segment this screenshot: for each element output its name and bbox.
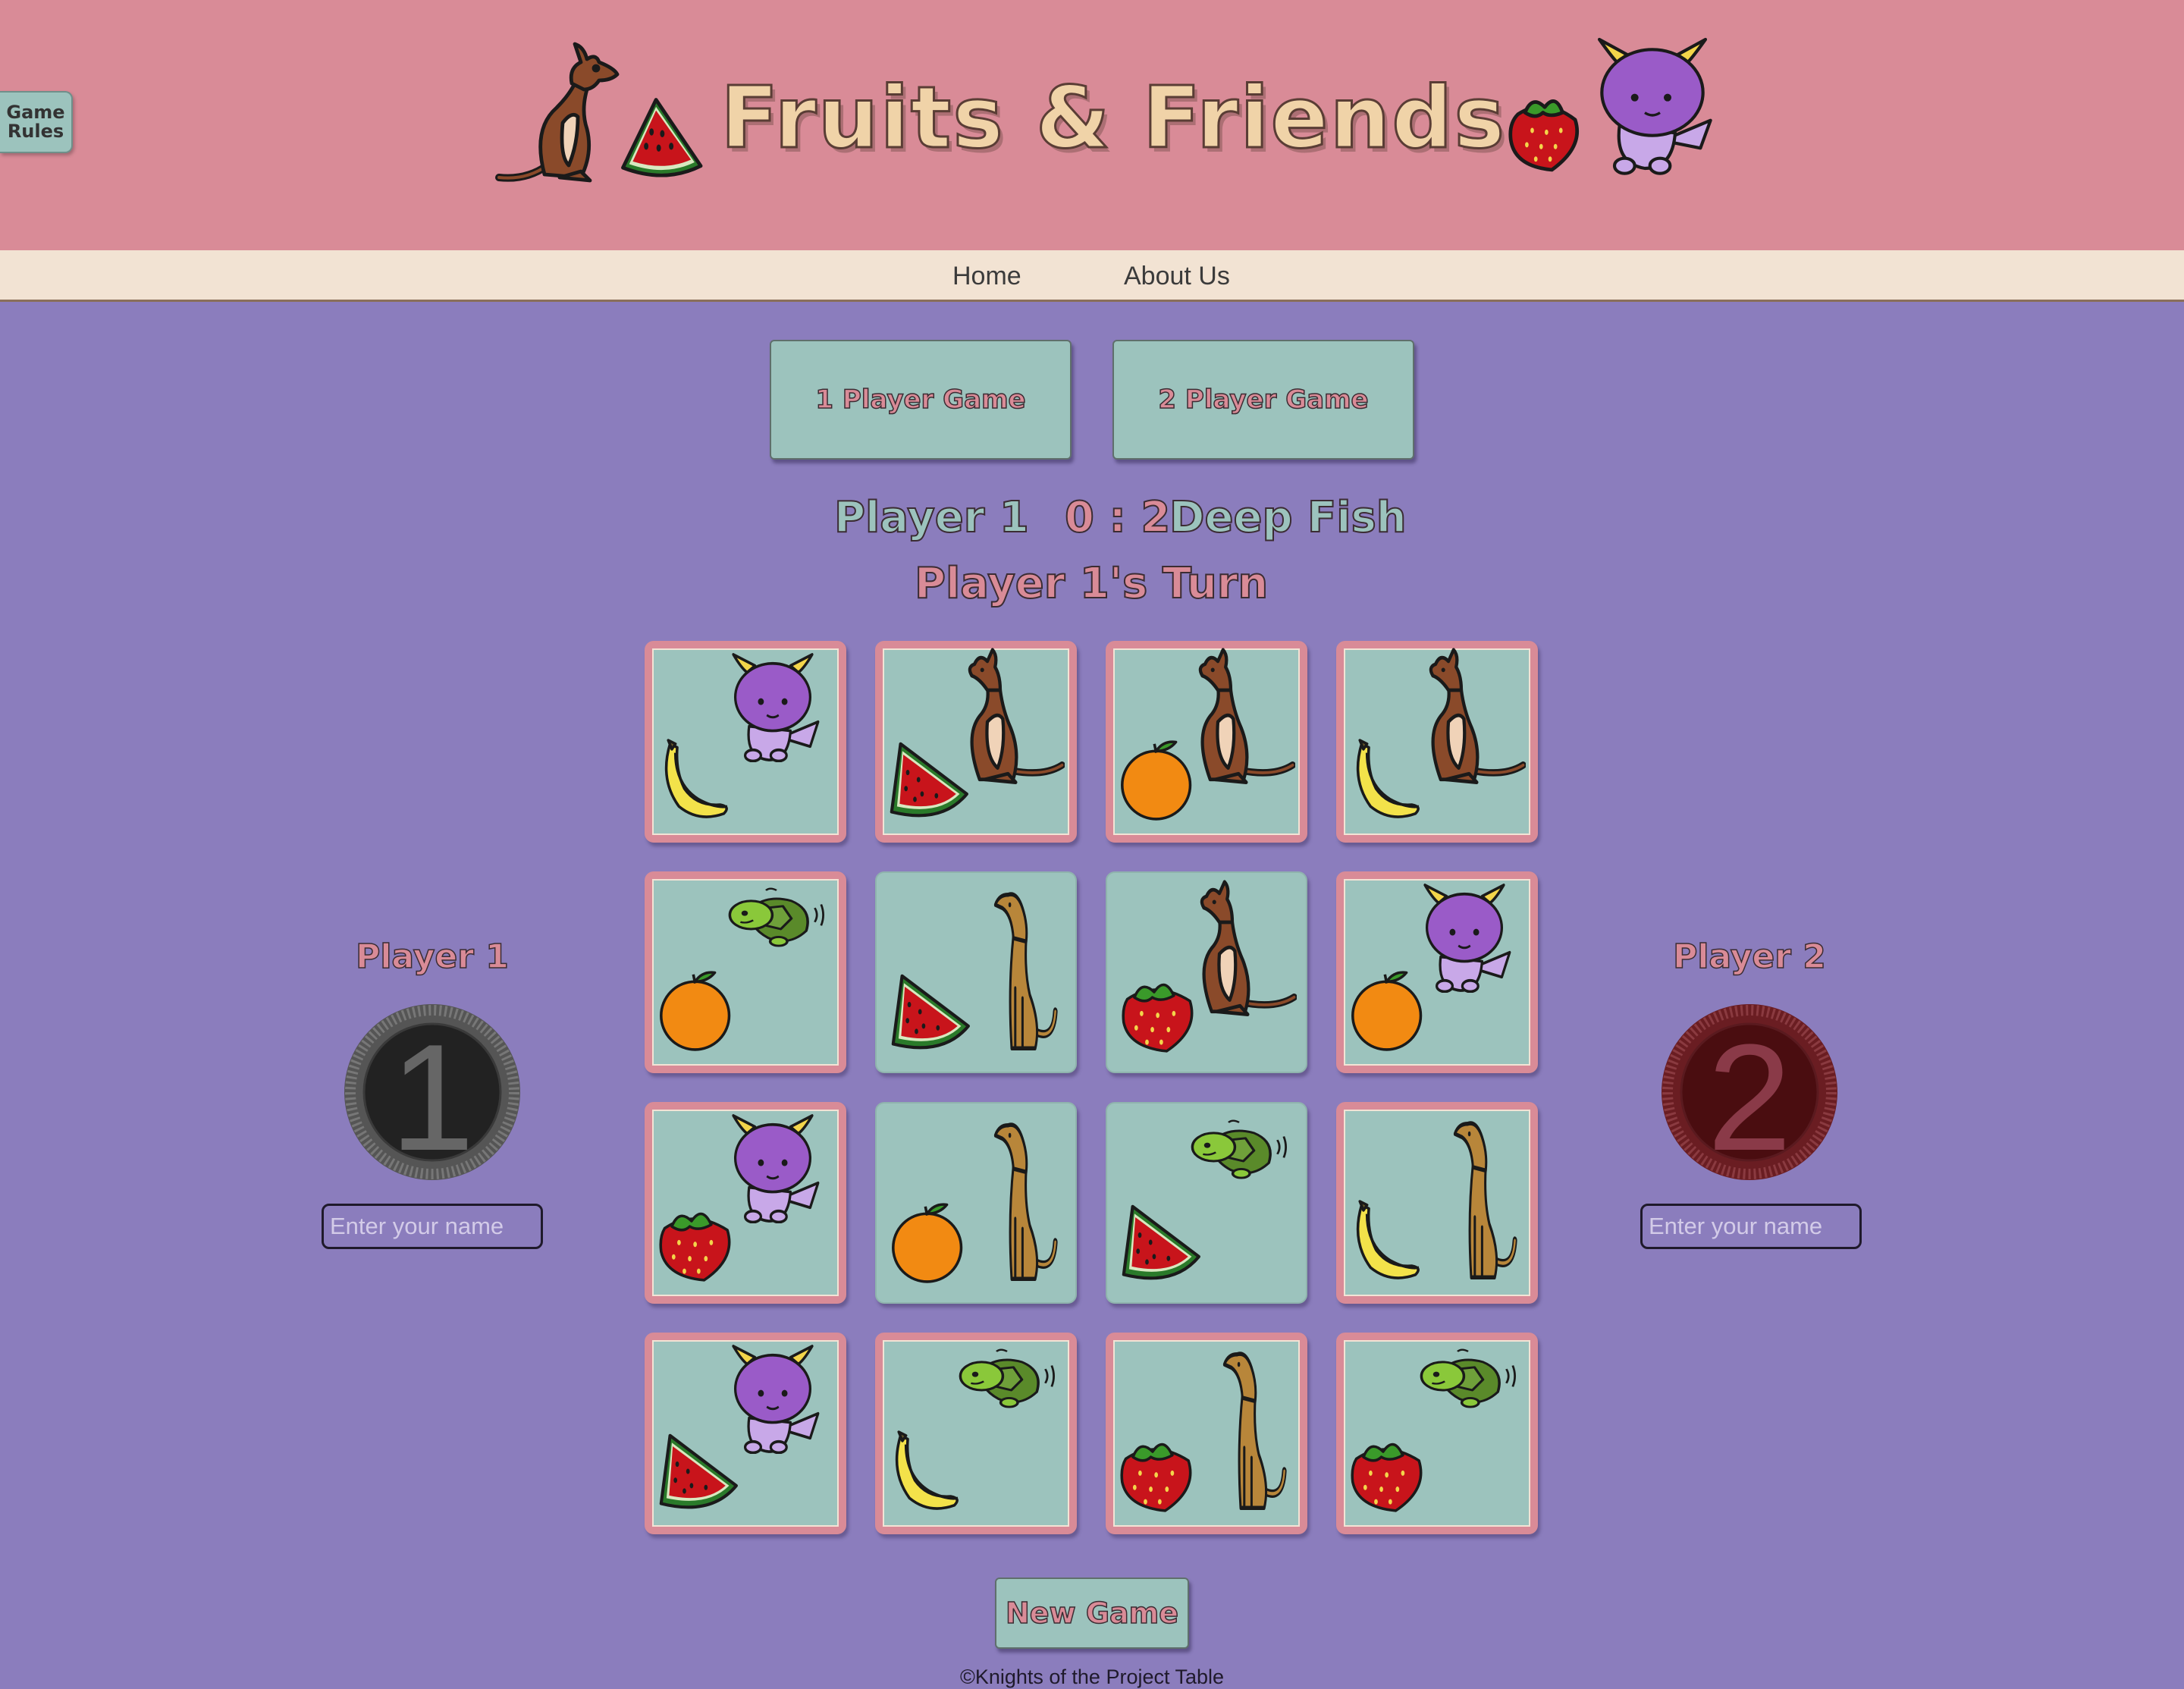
scoreboard-player2-name: Deep Fish xyxy=(1169,493,1407,542)
logo-dragon-icon xyxy=(1597,37,1712,175)
strawberry-icon xyxy=(1120,1443,1192,1512)
footer-copyright: ©Knights of the Project Table xyxy=(959,1665,1225,1688)
strawberry-icon xyxy=(659,1212,731,1282)
memory-card[interactable] xyxy=(1336,871,1538,1073)
game-rules-button[interactable]: Game Rules xyxy=(0,91,73,153)
memory-card[interactable] xyxy=(1106,1102,1307,1304)
memory-card[interactable] xyxy=(1336,641,1538,843)
app-title: Fruits & Friends xyxy=(719,69,1507,168)
memory-card[interactable] xyxy=(875,871,1077,1073)
two-player-game-button[interactable]: 2 Player Game xyxy=(1112,340,1414,460)
header: Game Rules Fruits & Friends xyxy=(0,0,2184,250)
watermelon-icon xyxy=(891,974,970,1050)
memory-card[interactable] xyxy=(875,1102,1077,1304)
nav-link-about[interactable]: About Us xyxy=(1124,261,1230,291)
greyhound-icon xyxy=(1453,1121,1517,1279)
banana-icon xyxy=(1356,739,1420,818)
turtle-icon xyxy=(959,1348,1055,1408)
banana-icon xyxy=(664,739,728,818)
rules-label-line1: Game xyxy=(6,101,65,123)
turtle-icon xyxy=(1420,1348,1516,1408)
orange-icon xyxy=(1121,740,1192,821)
nav-bar: Home About Us xyxy=(0,250,2184,302)
player1-name-input[interactable] xyxy=(322,1204,543,1249)
orange-icon xyxy=(660,971,731,1051)
logo-watermelon-icon xyxy=(621,98,703,177)
player2-name-input[interactable] xyxy=(1640,1204,1862,1249)
banana-icon xyxy=(895,1430,959,1510)
memory-card[interactable] xyxy=(875,1333,1077,1534)
logo-strawberry-icon xyxy=(1508,99,1580,172)
player1-token-number: 1 xyxy=(390,1013,474,1182)
memory-card[interactable] xyxy=(645,1333,846,1534)
orange-icon xyxy=(1351,971,1423,1051)
watermelon-icon xyxy=(890,742,968,818)
player1-label: Player 1 xyxy=(355,937,509,976)
memory-card[interactable] xyxy=(645,871,846,1073)
memory-card[interactable] xyxy=(1106,1333,1307,1534)
new-game-button[interactable]: New Game xyxy=(995,1578,1189,1649)
memory-card[interactable] xyxy=(645,641,846,843)
scoreboard-score: 0 : 2 xyxy=(1064,493,1171,542)
strawberry-icon xyxy=(1351,1443,1423,1512)
orange-icon xyxy=(892,1203,963,1283)
memory-card[interactable] xyxy=(1106,871,1307,1073)
turtle-icon xyxy=(1191,1119,1287,1179)
player2-token-number: 2 xyxy=(1707,1013,1791,1182)
turn-indicator: Player 1's Turn xyxy=(914,559,1269,608)
watermelon-icon xyxy=(1122,1204,1200,1280)
watermelon-icon xyxy=(659,1433,738,1509)
player1-token-icon: 1 xyxy=(344,1004,520,1182)
memory-card[interactable] xyxy=(1106,641,1307,843)
greyhound-icon xyxy=(993,892,1058,1050)
scoreboard-player1-name: Player 1 xyxy=(833,493,1030,542)
nav-link-home[interactable]: Home xyxy=(952,261,1021,291)
rules-label-line2: Rules xyxy=(7,121,64,142)
player2-token-icon: 2 xyxy=(1662,1004,1837,1182)
one-player-game-button[interactable]: 1 Player Game xyxy=(770,340,1072,460)
player2-label: Player 2 xyxy=(1672,937,1826,976)
memory-card[interactable] xyxy=(1336,1102,1538,1304)
turtle-icon xyxy=(728,887,824,947)
greyhound-icon xyxy=(1222,1352,1287,1510)
greyhound-icon xyxy=(993,1122,1058,1281)
banana-icon xyxy=(1356,1200,1420,1279)
strawberry-icon xyxy=(1122,983,1194,1053)
memory-card[interactable] xyxy=(1336,1333,1538,1534)
memory-card[interactable] xyxy=(645,1102,846,1304)
memory-card[interactable] xyxy=(875,641,1077,843)
